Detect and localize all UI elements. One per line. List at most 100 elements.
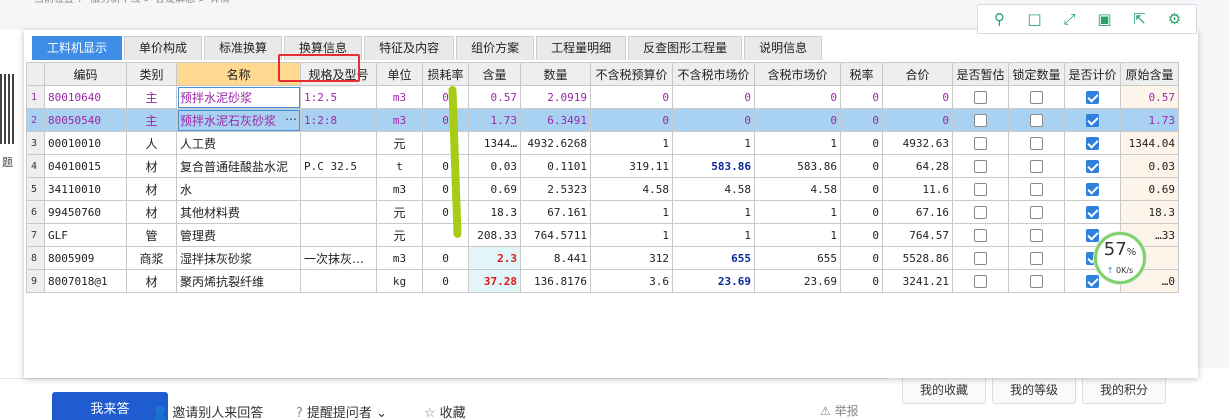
cell-qty[interactable]: 6.3491 [520,108,591,132]
cell-spec[interactable] [300,177,377,201]
lock-checkbox[interactable] [1030,136,1043,150]
favorite-link[interactable]: ☆ 收藏 [424,402,466,420]
cell-code[interactable]: GLF [44,223,127,247]
cell-name[interactable]: 水 [176,177,301,201]
cell-provisional[interactable] [952,223,1009,247]
my-level-button[interactable]: 我的等级 [992,376,1076,404]
cell-content[interactable]: 18.3 [468,200,521,224]
cell-loss[interactable]: 0 [422,177,469,201]
table-row[interactable]: 8 8005909 商浆 湿拌抹灰砂浆 一次抹灰… m3 0 2.3 8.441… [26,246,1179,270]
provisional-checkbox[interactable] [974,182,987,196]
lock-checkbox[interactable] [1030,90,1043,104]
cell-pre-market[interactable]: 583.86 [672,154,755,178]
cell-tax-market[interactable]: 1 [754,223,841,247]
cell-tax-rate[interactable]: 0 [840,85,883,109]
cell-tax-rate[interactable]: 0 [840,246,883,270]
invite-link[interactable]: 👤 邀请别人来回答 [152,402,263,420]
cell-name[interactable]: 预拌水泥石灰砂浆 ⋯ [176,108,301,132]
cell-pre-budget[interactable]: 4.58 [590,177,673,201]
cell-pre-market[interactable]: 655 [672,246,755,270]
table-row[interactable]: 1 80010640 主 预拌水泥砂浆 1:2.5 m3 0 0.57 2.09… [26,85,1179,109]
cell-tax-market[interactable]: 0 [754,85,841,109]
cell-name[interactable]: 管理费 [176,223,301,247]
col-header-orig-content[interactable]: 原始含量 [1120,62,1179,86]
cell-pre-budget[interactable]: 3.6 [590,269,673,293]
cell-tax-rate[interactable]: 0 [840,108,883,132]
export-icon[interactable]: ⇱ [1130,9,1150,29]
col-header-qty[interactable]: 数量 [520,62,591,86]
cell-pre-budget[interactable]: 1 [590,200,673,224]
priced-checkbox[interactable] [1086,274,1099,288]
report-link[interactable]: ⚠ 举报 [820,402,859,419]
tab-quantity-detail[interactable]: 工程量明细 [536,36,627,60]
cell-content[interactable]: 1344… [468,131,521,155]
table-row[interactable]: 7 GLF 管 管理费 元 208.33 764.5711 1 1 1 0 76… [26,223,1179,247]
cell-tax-market[interactable]: 0 [754,108,841,132]
cell-lock[interactable] [1008,177,1065,201]
cell-pre-market[interactable]: 4.58 [672,177,755,201]
cell-qty[interactable]: 764.5711 [520,223,591,247]
cell-orig-content[interactable]: 1.73 [1120,108,1179,132]
clipboard-icon[interactable]: □ [1025,9,1045,29]
cell-code[interactable]: 04010015 [44,154,127,178]
col-header-total[interactable]: 合价 [882,62,953,86]
priced-checkbox[interactable] [1086,182,1099,196]
lock-checkbox[interactable] [1030,228,1043,242]
cell-unit[interactable]: m3 [376,108,423,132]
cell-provisional[interactable] [952,246,1009,270]
search-icon[interactable]: ⚲ [990,9,1010,29]
cell-category[interactable]: 材 [126,269,177,293]
cell-total[interactable]: 11.6 [882,177,953,201]
priced-checkbox[interactable] [1086,159,1099,173]
cell-pre-budget[interactable]: 0 [590,108,673,132]
cell-content[interactable]: 0.57 [468,85,521,109]
cell-tax-rate[interactable]: 0 [840,177,883,201]
cell-content[interactable]: 208.33 [468,223,521,247]
cell-spec[interactable] [300,223,377,247]
col-header-tax-market[interactable]: 含税市场价 [754,62,841,86]
cell-unit[interactable]: 元 [376,200,423,224]
col-header-lock-qty[interactable]: 锁定数量 [1008,62,1065,86]
cell-name[interactable]: 聚丙烯抗裂纤维 [176,269,301,293]
col-header-priced[interactable]: 是否计价 [1064,62,1121,86]
cell-pre-market[interactable]: 0 [672,108,755,132]
cell-total[interactable]: 64.28 [882,154,953,178]
col-header-loss[interactable]: 损耗率 [422,62,469,86]
cell-lock[interactable] [1008,154,1065,178]
cell-loss[interactable]: 0 [422,154,469,178]
cell-unit[interactable]: kg [376,269,423,293]
table-row[interactable]: 9 8007018@1 材 聚丙烯抗裂纤维 kg 0 37.28 136.817… [26,269,1179,293]
cell-priced[interactable] [1064,154,1121,178]
network-speed-widget[interactable]: 57% ↑ 0K/s [1094,232,1146,284]
col-header-provisional[interactable]: 是否暂估 [952,62,1009,86]
cell-loss[interactable]: 0 [422,200,469,224]
tab-description[interactable]: 说明信息 [744,36,823,60]
cell-spec[interactable]: 1:2:8 [300,108,377,132]
cell-tax-rate[interactable]: 0 [840,269,883,293]
cell-tax-market[interactable]: 23.69 [754,269,841,293]
cell-total[interactable]: 0 [882,108,953,132]
table-row[interactable]: 5 34110010 材 水 m3 0 0.69 2.5323 4.58 4.5… [26,177,1179,201]
expand-icon[interactable]: ⤢ [1060,9,1080,29]
tab-features[interactable]: 特征及内容 [364,36,455,60]
cell-category[interactable]: 商浆 [126,246,177,270]
priced-checkbox[interactable] [1086,90,1099,104]
cell-category[interactable]: 人 [126,131,177,155]
cell-qty[interactable]: 0.1101 [520,154,591,178]
cell-lock[interactable] [1008,108,1065,132]
col-header-pre-market[interactable]: 不含税市场价 [672,62,755,86]
provisional-checkbox[interactable] [974,136,987,150]
cell-orig-content[interactable]: 0.69 [1120,177,1179,201]
cell-qty[interactable]: 8.441 [520,246,591,270]
cell-qty[interactable]: 4932.6268 [520,131,591,155]
tab-standard-conversion[interactable]: 标准换算 [204,36,283,60]
table-row[interactable]: 6 99450760 材 其他材料费 元 0 18.3 67.161 1 1 1… [26,200,1179,224]
cell-total[interactable]: 764.57 [882,223,953,247]
cell-code[interactable]: 99450760 [44,200,127,224]
save-icon[interactable]: ▣ [1095,9,1115,29]
cell-name[interactable]: 复合普通硅酸盐水泥 [176,154,301,178]
cell-pre-market[interactable]: 23.69 [672,269,755,293]
cell-loss[interactable]: 0 [422,269,469,293]
tab-unit-price[interactable]: 单价构成 [124,36,203,60]
cell-pre-market[interactable]: 1 [672,223,755,247]
